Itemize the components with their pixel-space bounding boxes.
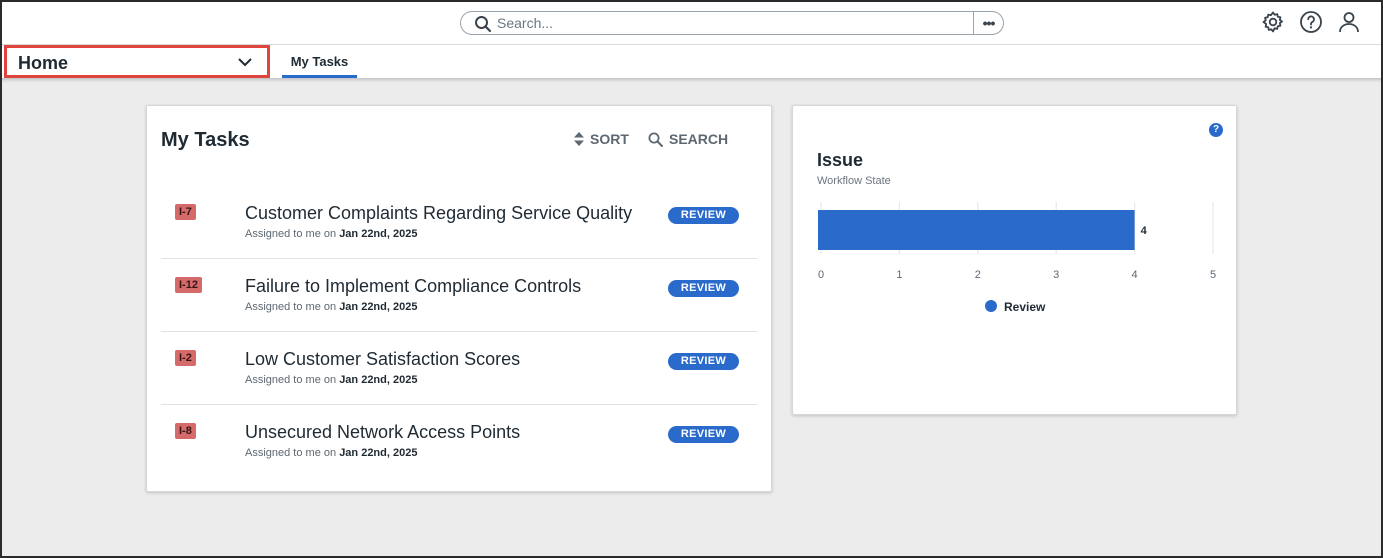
task-title[interactable]: Unsecured Network Access Points — [245, 422, 520, 443]
task-row[interactable]: I-2 Low Customer Satisfaction Scores Ass… — [161, 332, 757, 405]
task-assigned: Assigned to me on Jan 22nd, 2025 — [245, 447, 418, 459]
home-selector-label: Home — [18, 53, 69, 73]
task-assigned: Assigned to me on Jan 22nd, 2025 — [245, 374, 418, 386]
gear-icon[interactable] — [1261, 10, 1285, 34]
status-badge[interactable]: REVIEW — [668, 280, 739, 297]
task-id-badge: I-12 — [175, 277, 202, 293]
task-id-badge: I-2 — [175, 350, 196, 366]
search-label: SEARCH — [669, 131, 729, 147]
search-icon — [648, 132, 663, 147]
x-tick-label: 4 — [1132, 269, 1138, 281]
status-badge[interactable]: REVIEW — [668, 426, 739, 443]
legend-label: Review — [1004, 300, 1046, 314]
x-tick-label: 1 — [896, 269, 902, 281]
x-tick-label: 3 — [1053, 269, 1059, 281]
status-badge[interactable]: REVIEW — [668, 353, 739, 370]
search-icon — [475, 16, 492, 33]
search-tasks-button[interactable]: SEARCH — [648, 131, 728, 147]
tab-my-tasks[interactable]: My Tasks — [282, 45, 357, 78]
data-label: 4 — [1141, 225, 1148, 237]
sort-icon — [574, 132, 584, 146]
task-id-badge: I-8 — [175, 423, 196, 439]
legend-marker — [985, 300, 997, 312]
issue-chart-panel: ? Issue Workflow State 0 1 2 3 4 5 4 Review — [792, 105, 1237, 415]
task-row[interactable]: I-7 Customer Complaints Regarding Servic… — [161, 186, 757, 259]
task-id-badge: I-7 — [175, 204, 196, 220]
chevron-down-icon — [238, 58, 252, 67]
task-assigned: Assigned to me on Jan 22nd, 2025 — [245, 301, 418, 313]
home-selector[interactable]: Home — [4, 45, 270, 78]
issue-bar-chart: 0 1 2 3 4 5 4 Review — [818, 202, 1216, 314]
more-options-button[interactable]: ••• — [973, 12, 1003, 34]
global-search[interactable]: ••• — [460, 11, 1004, 35]
chart-bar — [818, 210, 1135, 250]
user-icon[interactable] — [1337, 10, 1361, 34]
task-title[interactable]: Failure to Implement Compliance Controls — [245, 276, 581, 297]
x-tick-label: 2 — [975, 269, 981, 281]
task-title[interactable]: Low Customer Satisfaction Scores — [245, 349, 520, 370]
task-title[interactable]: Customer Complaints Regarding Service Qu… — [245, 203, 632, 224]
task-row[interactable]: I-8 Unsecured Network Access Points Assi… — [161, 405, 757, 478]
my-tasks-panel: My Tasks SORT SEARCH I-7 Customer Compla… — [146, 105, 772, 492]
task-assigned: Assigned to me on Jan 22nd, 2025 — [245, 228, 418, 240]
status-badge[interactable]: REVIEW — [668, 207, 739, 224]
nav-bar: Home My Tasks — [0, 45, 1383, 78]
top-bar: ••• — [0, 0, 1383, 45]
help-icon[interactable] — [1299, 10, 1323, 34]
task-row[interactable]: I-12 Failure to Implement Compliance Con… — [161, 259, 757, 332]
panel-title: My Tasks — [161, 129, 250, 151]
sort-label: SORT — [590, 131, 629, 147]
x-tick-label: 0 — [818, 269, 824, 281]
sort-button[interactable]: SORT — [574, 131, 629, 147]
search-input[interactable] — [497, 14, 927, 32]
x-tick-label: 5 — [1210, 269, 1216, 281]
